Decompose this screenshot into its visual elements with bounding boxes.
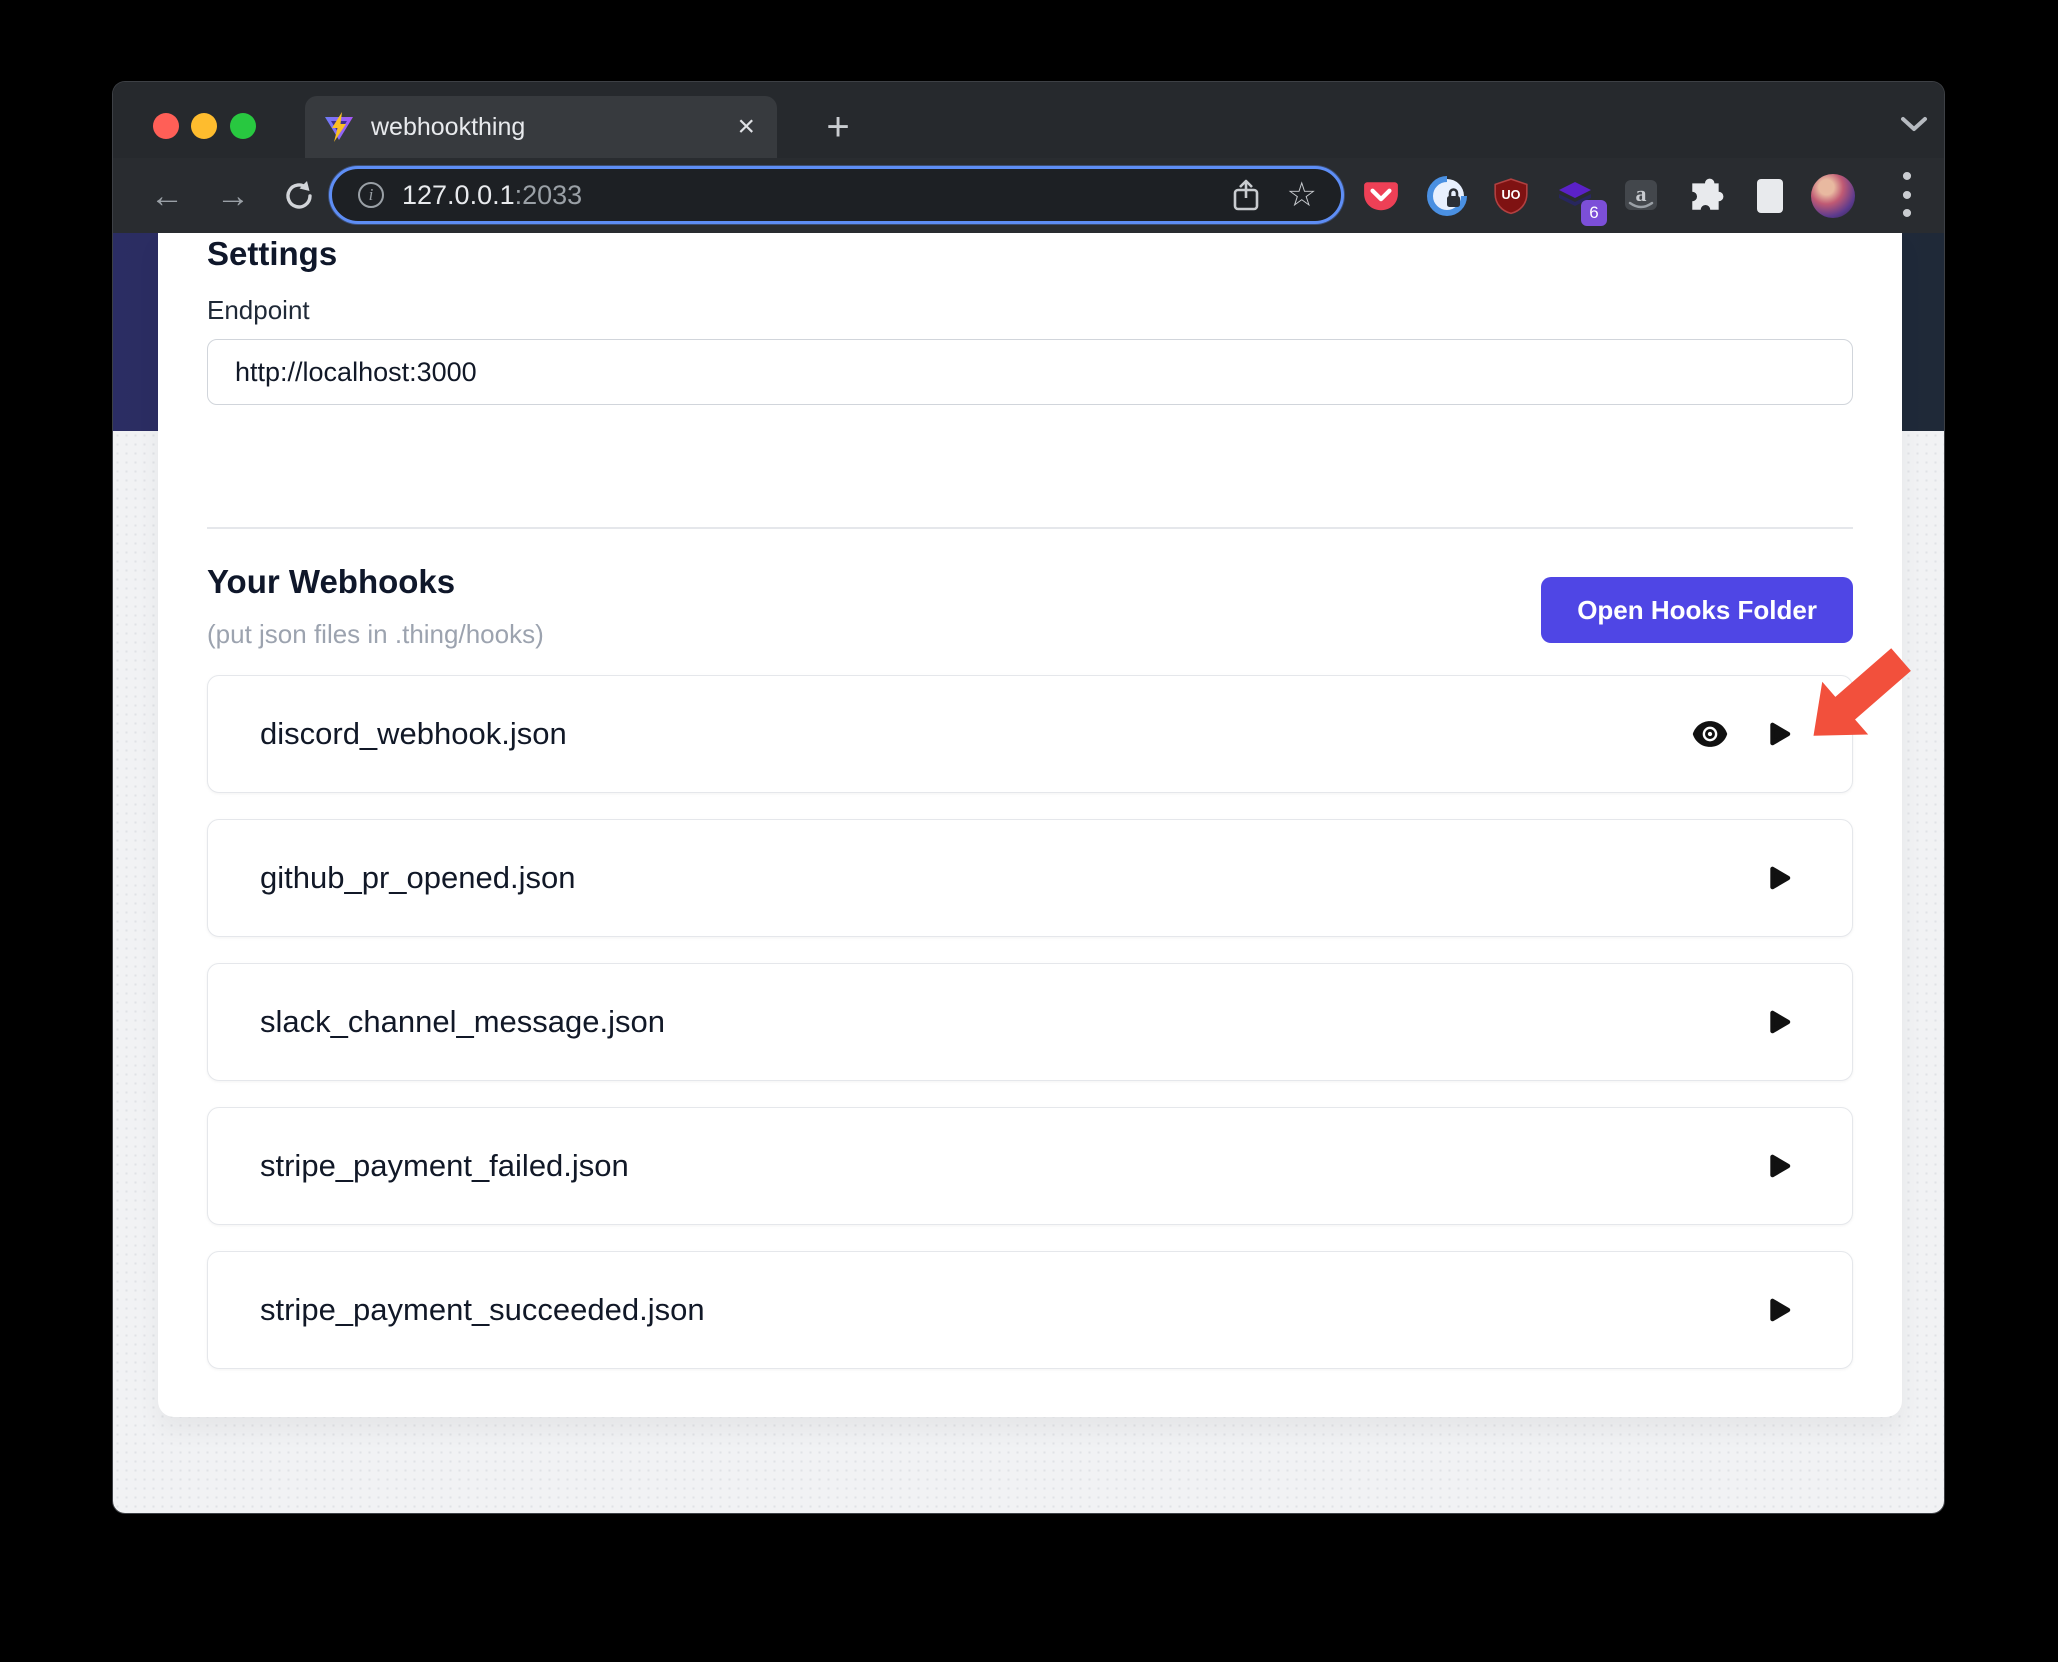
run-play-icon-button[interactable]	[1760, 858, 1800, 898]
webhookthing-logo-icon	[321, 109, 357, 145]
forward-button[interactable]: →	[209, 172, 257, 220]
webhook-list: discord_webhook.json github_pr_opened.js…	[207, 675, 1853, 1395]
webhook-row: stripe_payment_succeeded.json	[207, 1251, 1853, 1369]
tab-webhookthing[interactable]: webhookthing ×	[305, 96, 777, 158]
view-eye-icon-button[interactable]	[1690, 714, 1730, 754]
new-tab-button[interactable]: +	[811, 100, 865, 154]
minimize-window-button[interactable]	[191, 113, 217, 139]
close-window-button[interactable]	[153, 113, 179, 139]
url-text[interactable]: 127.0.0.1:2033	[402, 180, 582, 211]
password-lock-extension-icon[interactable]	[1425, 174, 1469, 218]
webhook-actions	[1760, 1290, 1800, 1330]
ublock-origin-extension-icon[interactable]: UO	[1489, 174, 1533, 218]
webhooks-subtitle: (put json files in .thing/hooks)	[207, 619, 544, 650]
main-card: Settings Endpoint Your Webhooks (put jso…	[158, 233, 1902, 1417]
tab-title: webhookthing	[371, 113, 737, 142]
stack-extension-icon[interactable]: 6	[1553, 174, 1597, 218]
browser-toolbar: ← → i 127.0.0.1:2033 ☆	[113, 158, 1944, 233]
site-info-icon[interactable]: i	[358, 182, 384, 208]
webhook-filename: slack_channel_message.json	[260, 1004, 665, 1040]
open-hooks-folder-button[interactable]: Open Hooks Folder	[1541, 577, 1853, 643]
webhooks-heading: Your Webhooks	[207, 563, 455, 601]
webhook-actions	[1760, 858, 1800, 898]
extension-badge: 6	[1581, 200, 1607, 226]
endpoint-label: Endpoint	[207, 295, 310, 326]
webhook-row: slack_channel_message.json	[207, 963, 1853, 1081]
bookmark-star-icon[interactable]: ☆	[1287, 178, 1317, 212]
tab-search-chevron-icon[interactable]	[1891, 104, 1937, 144]
amazon-extension-icon[interactable]: a	[1619, 174, 1663, 218]
webhook-row: discord_webhook.json	[207, 675, 1853, 793]
webhook-actions	[1760, 1002, 1800, 1042]
webhook-actions	[1760, 1146, 1800, 1186]
webhook-row: github_pr_opened.json	[207, 819, 1853, 937]
side-panel-icon[interactable]	[1748, 174, 1792, 218]
page-webhookthing: Settings Endpoint Your Webhooks (put jso…	[113, 233, 1944, 1513]
webhook-actions	[1690, 714, 1800, 754]
url-port: :2033	[515, 180, 583, 210]
browser-menu-icon[interactable]: •••	[1885, 174, 1929, 218]
svg-text:UO: UO	[1502, 188, 1521, 202]
back-button[interactable]: ←	[143, 172, 191, 220]
webhook-filename: stripe_payment_succeeded.json	[260, 1292, 705, 1328]
browser-window: webhookthing × + ← → i 127.0.0.1:2033	[113, 82, 1944, 1513]
svg-text:a: a	[1636, 181, 1647, 206]
extensions-puzzle-icon[interactable]	[1684, 174, 1728, 218]
url-host: 127.0.0.1	[402, 180, 515, 210]
webhook-filename: discord_webhook.json	[260, 716, 567, 752]
run-play-icon-button[interactable]	[1760, 1002, 1800, 1042]
run-play-icon-button[interactable]	[1760, 1290, 1800, 1330]
tab-bar: webhookthing × +	[113, 82, 1944, 158]
reload-button[interactable]	[275, 172, 323, 220]
webhook-row: stripe_payment_failed.json	[207, 1107, 1853, 1225]
webhook-filename: stripe_payment_failed.json	[260, 1148, 629, 1184]
webhook-filename: github_pr_opened.json	[260, 860, 575, 896]
pocket-extension-icon[interactable]	[1359, 174, 1403, 218]
endpoint-input[interactable]	[207, 339, 1853, 405]
profile-avatar[interactable]	[1811, 174, 1855, 218]
run-play-icon-button[interactable]	[1760, 1146, 1800, 1186]
section-divider	[207, 527, 1853, 529]
settings-heading: Settings	[207, 235, 337, 273]
share-icon[interactable]	[1231, 178, 1261, 212]
maximize-window-button[interactable]	[230, 113, 256, 139]
address-bar[interactable]: i 127.0.0.1:2033 ☆	[329, 166, 1344, 224]
run-play-icon-button[interactable]	[1760, 714, 1800, 754]
tab-close-icon[interactable]: ×	[737, 112, 755, 142]
